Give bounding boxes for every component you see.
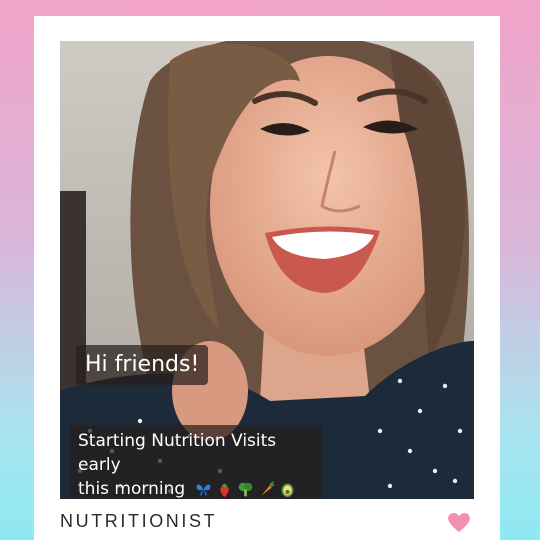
greeting-text: Hi friends! [85,352,200,377]
category-label: NUTRITIONIST [60,511,218,531]
carrot-icon [260,480,275,495]
butterfly-icon [196,484,210,496]
greeting-caption: Hi friends! [76,345,209,385]
caption-line-1: Starting Nutrition Visits early [78,431,277,475]
visit-caption: Starting Nutrition Visits early this mor… [70,425,322,499]
story-photo: Hi friends! Starting Nutrition Visits ea… [60,41,474,499]
emoji-row [195,480,296,498]
caption-line-2: this morning [78,479,186,499]
avocado-icon [281,483,293,497]
broccoli-icon [238,482,252,496]
polaroid-card: Hi friends! Starting Nutrition Visits ea… [34,16,500,540]
caption-line-2-row: this morning [78,477,314,499]
strawberry-icon [219,483,229,497]
heart-icon[interactable] [448,513,470,533]
